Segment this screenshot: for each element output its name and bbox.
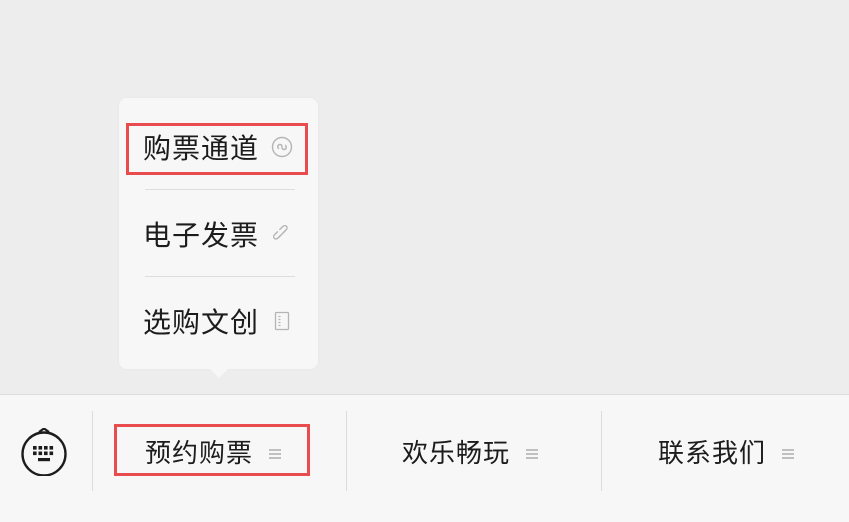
tab-separator [92,411,93,491]
keyboard-icon [21,427,67,477]
link-icon [271,223,293,245]
menu-item-label: 选购文创 [143,306,260,339]
submenu-lines-icon [526,445,538,459]
menu-item-cultural-products[interactable]: 选购文创 [119,278,318,364]
submenu-popup: 购票通道 电子发票 选购文创 [119,98,318,369]
tab-label: 欢乐畅玩 [401,438,510,469]
submenu-lines-icon [269,445,281,459]
tab-separator [346,411,347,491]
tab-separator [601,411,602,491]
menu-item-ticket-channel[interactable]: 购票通道 [119,104,318,190]
page-icon [271,310,293,332]
tab-fun-play[interactable]: 欢乐畅玩 [380,423,560,479]
tab-book-tickets[interactable]: 预约购票 [120,423,306,479]
tab-contact-us[interactable]: 联系我们 [636,423,816,479]
submenu-lines-icon [782,445,794,459]
menu-divider [145,189,295,190]
menu-item-e-invoice[interactable]: 电子发票 [119,191,318,277]
tab-label: 预约购票 [144,438,253,469]
popup-arrow [208,367,230,378]
keyboard-toggle-button[interactable] [20,427,68,477]
menu-item-label: 购票通道 [143,132,260,165]
bottom-menu-bar: 预约购票 欢乐畅玩 联系我们 [0,394,849,522]
tab-label: 联系我们 [657,438,766,469]
menu-divider [145,276,295,277]
mini-program-icon [271,136,293,158]
menu-item-label: 电子发票 [143,219,260,252]
